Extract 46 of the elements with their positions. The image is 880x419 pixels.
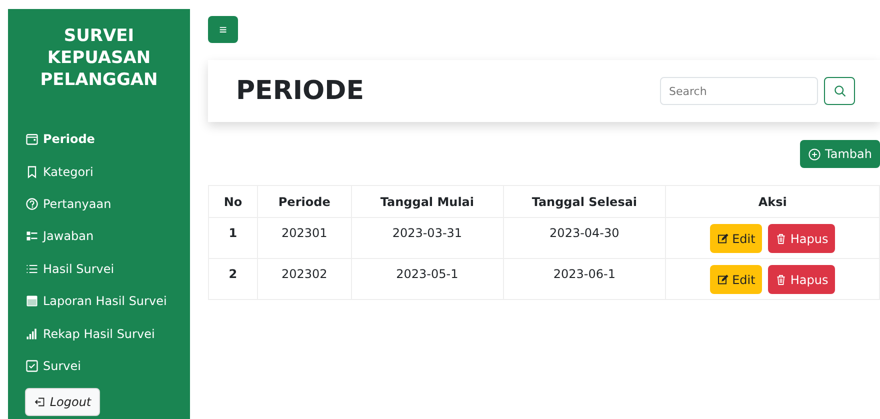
page-title: PERIODE bbox=[236, 76, 365, 106]
delete-button[interactable]: Hapus bbox=[768, 224, 836, 253]
bookmark-icon bbox=[25, 164, 39, 179]
checkbox-icon bbox=[25, 358, 39, 373]
sidebar-item[interactable]: Periode bbox=[25, 123, 190, 156]
sidebar-item[interactable]: Rekap Hasil Survei bbox=[25, 317, 190, 350]
logout-button[interactable]: Logout bbox=[25, 388, 100, 416]
sidebar-item[interactable]: Kategori bbox=[25, 155, 190, 188]
sidebar-item[interactable]: Survei bbox=[25, 350, 190, 382]
column-header: Aksi bbox=[666, 186, 880, 218]
trash-icon bbox=[775, 232, 788, 244]
calendar-icon bbox=[25, 132, 39, 146]
search-field[interactable]: Search bbox=[660, 77, 818, 105]
table-cell: 1 bbox=[208, 218, 258, 258]
menu-button[interactable]: ≡ bbox=[208, 16, 238, 43]
column-header: Tanggal Mulai bbox=[351, 186, 504, 218]
calendar-icon bbox=[25, 294, 39, 308]
plus-circle-icon bbox=[808, 148, 822, 160]
trash-icon bbox=[775, 274, 788, 286]
table-cell: 2023-05-1 bbox=[351, 258, 504, 300]
table-cell: 2 bbox=[208, 258, 258, 300]
table-cell: 2023-03-31 bbox=[351, 218, 504, 258]
sidebar-item[interactable]: Jawaban bbox=[25, 220, 190, 253]
edit-button[interactable]: Edit bbox=[710, 224, 762, 253]
search-icon bbox=[832, 84, 846, 98]
app-title: SURVEI KEPUASAN PELANGGAN bbox=[39, 25, 159, 91]
sidebar-item[interactable]: Pertanyaan bbox=[25, 188, 190, 220]
exit-icon bbox=[34, 396, 46, 408]
edit-icon bbox=[717, 274, 730, 286]
table-cell: 202302 bbox=[257, 258, 352, 300]
add-button[interactable]: Tambah bbox=[800, 140, 880, 168]
sidebar-item[interactable]: Hasil Survei bbox=[25, 252, 190, 285]
question-icon bbox=[25, 196, 39, 211]
bar-chart-icon bbox=[25, 326, 39, 341]
checklist-icon bbox=[25, 229, 39, 244]
delete-button[interactable]: Hapus bbox=[768, 265, 836, 294]
column-header: Periode bbox=[257, 186, 352, 218]
search-button[interactable] bbox=[824, 77, 855, 105]
edit-button[interactable]: Edit bbox=[710, 265, 762, 294]
table-cell: 2023-04-30 bbox=[503, 218, 666, 258]
column-header: Tanggal Selesai bbox=[503, 186, 666, 218]
column-header: No bbox=[208, 186, 258, 218]
table-cell: 2023-06-1 bbox=[503, 258, 666, 300]
table-cell: 202301 bbox=[257, 218, 352, 258]
edit-icon bbox=[717, 232, 730, 244]
sidebar-item[interactable]: Laporan Hasil Survei bbox=[25, 284, 190, 318]
